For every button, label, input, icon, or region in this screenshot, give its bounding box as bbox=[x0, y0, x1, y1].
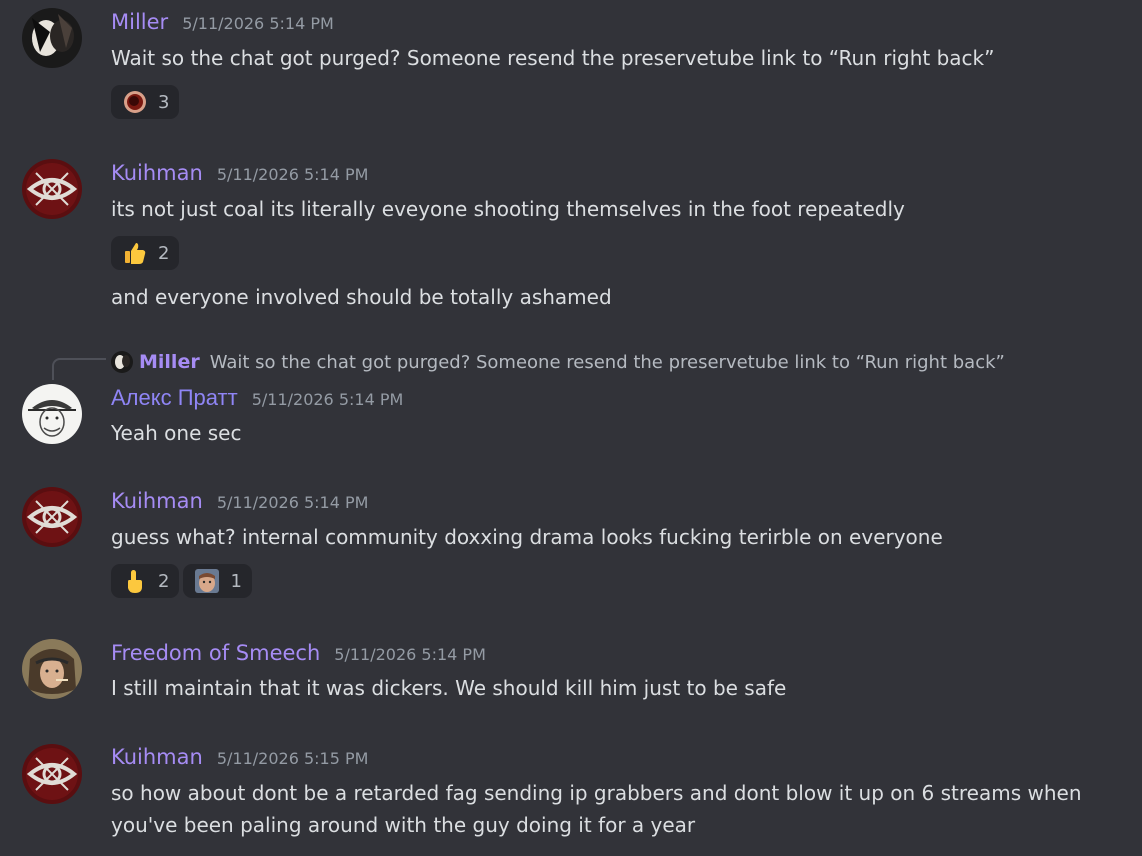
username[interactable]: Kuihman bbox=[111, 161, 203, 185]
username[interactable]: Miller bbox=[111, 10, 168, 34]
reaction-thumbs-up[interactable]: 2 bbox=[111, 236, 180, 270]
reaction-count: 2 bbox=[158, 242, 170, 264]
reply-snippet[interactable]: Wait so the chat got purged? Someone res… bbox=[210, 352, 1005, 373]
avatar-miller[interactable] bbox=[22, 8, 82, 68]
reactions-row: 2 1 bbox=[111, 564, 252, 598]
reply-connector bbox=[52, 358, 106, 380]
avatar-kuihman[interactable] bbox=[22, 487, 82, 547]
message-header: Miller 5/11/2026 5:14 PM bbox=[111, 10, 334, 38]
reaction-dark-circle[interactable]: 3 bbox=[111, 85, 180, 119]
message-text: its not just coal its literally eveyone … bbox=[111, 197, 905, 221]
message-text: Yeah one sec bbox=[111, 421, 242, 445]
reply-reference[interactable]: Miller Wait so the chat got purged? Some… bbox=[111, 349, 1005, 375]
username[interactable]: Kuihman bbox=[111, 489, 203, 513]
timestamp[interactable]: 5/11/2026 5:14 PM bbox=[217, 493, 369, 512]
timestamp[interactable]: 5/11/2026 5:14 PM bbox=[252, 390, 404, 409]
avatar-aleks-pratt[interactable] bbox=[22, 384, 82, 444]
avatar-kuihman[interactable] bbox=[22, 159, 82, 219]
reaction-count: 3 bbox=[158, 91, 170, 113]
reaction-face-custom[interactable]: 1 bbox=[183, 564, 252, 598]
reply-username[interactable]: Miller bbox=[139, 351, 200, 373]
username[interactable]: Freedom of Smeech bbox=[111, 641, 320, 665]
timestamp[interactable]: 5/11/2026 5:15 PM bbox=[217, 749, 369, 768]
face-custom-emoji-icon bbox=[194, 568, 220, 594]
message-text: so how about dont be a retarded fag send… bbox=[111, 781, 1082, 837]
message-text: I still maintain that it was dickers. We… bbox=[111, 676, 787, 700]
reply-avatar-miller[interactable] bbox=[111, 351, 133, 373]
message-text: guess what? internal community doxxing d… bbox=[111, 525, 943, 549]
message-header: Kuihman 5/11/2026 5:14 PM bbox=[111, 161, 368, 189]
dark-circle-emoji-icon bbox=[122, 89, 148, 115]
message-header: Kuihman 5/11/2026 5:15 PM bbox=[111, 745, 368, 773]
pointing-up-emoji-icon bbox=[122, 568, 148, 594]
message-header: Kuihman 5/11/2026 5:14 PM bbox=[111, 489, 368, 517]
message-header: Алекс Пратт 5/11/2026 5:14 PM bbox=[111, 385, 403, 413]
message-followup-text: and everyone involved should be totally … bbox=[111, 285, 612, 309]
username[interactable]: Алекс Пратт bbox=[111, 385, 238, 411]
timestamp[interactable]: 5/11/2026 5:14 PM bbox=[334, 645, 486, 664]
reaction-count: 1 bbox=[230, 570, 242, 592]
timestamp[interactable]: 5/11/2026 5:14 PM bbox=[182, 14, 334, 33]
reactions-row: 3 bbox=[111, 85, 180, 119]
username[interactable]: Kuihman bbox=[111, 745, 203, 769]
message-header: Freedom of Smeech 5/11/2026 5:14 PM bbox=[111, 641, 486, 669]
reaction-count: 2 bbox=[158, 570, 170, 592]
avatar-freedom-of-smeech[interactable] bbox=[22, 639, 82, 699]
avatar-kuihman[interactable] bbox=[22, 744, 82, 804]
message-text: Wait so the chat got purged? Someone res… bbox=[111, 46, 995, 70]
thumbs-up-emoji-icon bbox=[122, 240, 148, 266]
reactions-row: 2 bbox=[111, 236, 180, 270]
reaction-pointing-up[interactable]: 2 bbox=[111, 564, 180, 598]
timestamp[interactable]: 5/11/2026 5:14 PM bbox=[217, 165, 369, 184]
